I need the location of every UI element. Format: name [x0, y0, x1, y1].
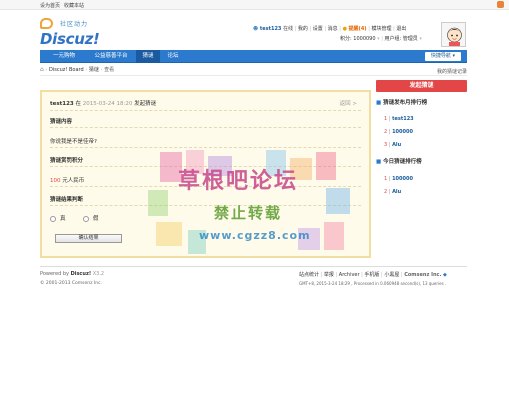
- breadcrumb-board[interactable]: Discuz! Board: [49, 67, 84, 73]
- content-text: 你说我是不是佳帝?: [50, 139, 97, 145]
- reward-title: 猜谜赏罚积分: [50, 158, 84, 164]
- option-true-label[interactable]: 真: [60, 216, 66, 222]
- today-rank-item[interactable]: 2 | Alu: [384, 189, 401, 195]
- nav-guess[interactable]: 猜谜: [136, 50, 160, 63]
- breadcrumb-current: 查看: [104, 67, 115, 73]
- trophy-icon: ■: [376, 159, 382, 165]
- logo-bubble-icon: [40, 18, 53, 29]
- bulb-icon: ●: [342, 26, 347, 32]
- online-status[interactable]: 在线: [283, 26, 293, 32]
- trophy-icon: ■: [376, 100, 382, 106]
- set-home-link[interactable]: 设为首页: [40, 2, 60, 9]
- launch-guess-button[interactable]: 发起猜谜: [376, 80, 467, 92]
- footer-powered: Powered by Discuz! X3.2: [40, 271, 105, 277]
- rss-icon[interactable]: [497, 1, 504, 8]
- nav-charity[interactable]: 公益慈善平台: [86, 50, 136, 63]
- footer-stats-link[interactable]: 站点统计: [299, 272, 319, 278]
- month-rank-item[interactable]: 3 | Alu: [384, 142, 401, 148]
- main-nav: 一元购物 公益慈善平台 猜谜 论坛 快捷导航 ▾: [40, 50, 467, 63]
- messages-link[interactable]: 消息: [328, 26, 338, 32]
- month-rank-title: ■ 猜谜发布月排行榜: [376, 100, 428, 106]
- bookmark-link[interactable]: 收藏本站: [64, 2, 84, 9]
- quick-nav-button[interactable]: 快捷导航 ▾: [424, 52, 461, 61]
- logout-link[interactable]: 退出: [396, 26, 406, 32]
- footer-archiver-link[interactable]: Archiver: [339, 272, 360, 278]
- month-rank-item[interactable]: 2 | 100000: [384, 129, 413, 135]
- user-info-bar: ☻ test123 在线 | 我的 | 设置 | 消息 | ● 提醒(4) | …: [253, 26, 407, 32]
- nav-forum[interactable]: 论坛: [162, 50, 184, 63]
- content-title: 猜谜内容: [50, 119, 73, 125]
- footer-company-link[interactable]: Comsenz Inc.: [404, 272, 441, 278]
- watermark-url: www.cgzz8.com: [199, 229, 311, 242]
- footer-report-link[interactable]: 举报: [324, 272, 334, 278]
- footer-copyright: © 2001-2013 Comsenz Inc.: [40, 281, 103, 286]
- post-action: 发起猜谜: [134, 101, 157, 107]
- logo-subtitle: 社区动力: [60, 21, 89, 28]
- option-false-label[interactable]: 假: [93, 216, 99, 222]
- credits-link[interactable]: 积分: 1000090: [340, 36, 376, 42]
- footer-mobile-link[interactable]: 手机版: [364, 272, 379, 278]
- footer-blackroom-link[interactable]: 小黑屋: [384, 272, 399, 278]
- footer-links: 站点统计 | 举报 | Archiver | 手机版 | 小黑屋 | Comse…: [299, 272, 447, 278]
- post-at: 在: [75, 101, 82, 107]
- watermark-title: 草根吧论坛: [178, 169, 299, 194]
- user-credits-bar: 积分: 1000090 ▾ | 用户组: 管理员 ▾: [340, 36, 422, 42]
- user-icon: ☻: [253, 26, 259, 32]
- reward-value: 100: [50, 178, 61, 184]
- nav-one-yuan-shop[interactable]: 一元购物: [44, 50, 84, 63]
- my-link[interactable]: 我的: [298, 26, 308, 32]
- month-rank-item[interactable]: 1 | test123: [384, 116, 414, 122]
- back-link[interactable]: 返回 >: [340, 99, 357, 107]
- judge-title: 猜谜结果判断: [50, 197, 84, 203]
- today-rank-title: ■ 今日猜谜排行榜: [376, 159, 422, 165]
- post-header: test123 在 2015-03-24 18:20 发起猜谜 返回 >: [50, 99, 361, 111]
- post-author[interactable]: test123: [50, 101, 74, 107]
- post-datetime: 2015-03-24 18:20: [82, 101, 133, 107]
- settings-link[interactable]: 设置: [313, 26, 323, 32]
- reward-unit: 元人民币: [62, 178, 85, 184]
- footer-time-info: GMT+8, 2015-3-24 18:29 , Processed in 0.…: [299, 281, 447, 286]
- radio-false[interactable]: [83, 215, 90, 222]
- home-icon[interactable]: ⌂: [40, 66, 44, 73]
- watermark-subtitle: 禁止转载: [214, 204, 283, 222]
- today-rank-item[interactable]: 1 | 100000: [384, 176, 413, 182]
- avatar[interactable]: [441, 22, 466, 47]
- breadcrumb: ⌂ › Discuz! Board › 猜谜 › 查看: [40, 66, 467, 76]
- footer-brand-link[interactable]: Discuz!: [71, 271, 92, 277]
- confirm-result-button[interactable]: 确认结果: [55, 234, 122, 243]
- content-row: 你说我是不是佳帝?: [50, 137, 361, 148]
- shield-icon: ◆: [442, 272, 447, 278]
- my-records-link[interactable]: 我的猜谜记录: [437, 68, 467, 75]
- module-manage-link[interactable]: 模块管理: [371, 26, 391, 32]
- breadcrumb-section[interactable]: 猜谜: [89, 67, 99, 73]
- radio-true[interactable]: [50, 215, 56, 222]
- site-logo[interactable]: Discuz!: [40, 30, 100, 48]
- content-heading: 猜谜内容: [50, 117, 361, 128]
- footer-divider: [40, 266, 467, 267]
- reminder-link[interactable]: 提醒(4): [349, 26, 367, 32]
- usergroup-link[interactable]: 用户组: 管理员: [385, 36, 418, 42]
- username-link[interactable]: test123: [260, 26, 282, 32]
